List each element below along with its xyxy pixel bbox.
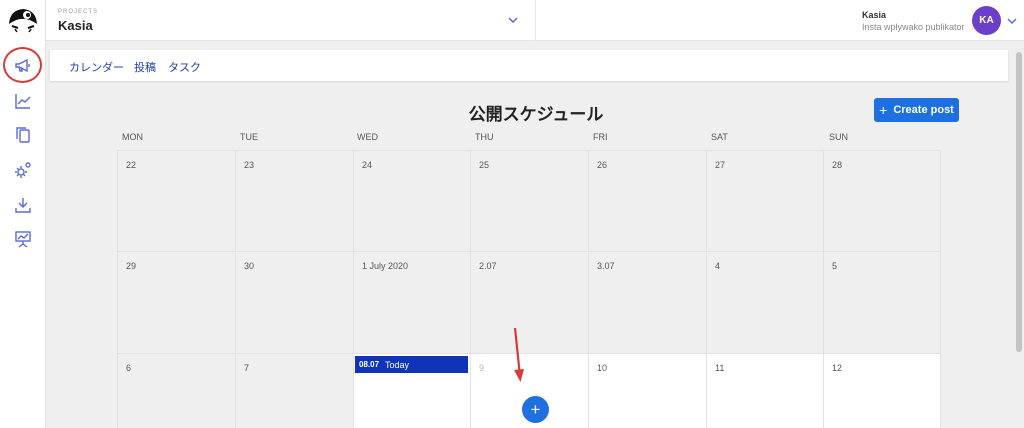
weekday-header: THU bbox=[475, 132, 494, 142]
day-number: 30 bbox=[244, 261, 255, 271]
copy-icon bbox=[16, 127, 30, 143]
project-caption: PROJECTS bbox=[58, 9, 99, 15]
chevron-down-icon[interactable] bbox=[1005, 14, 1019, 28]
calendar-day-cell[interactable]: 25 bbox=[471, 151, 589, 252]
plus-icon: + bbox=[879, 102, 888, 118]
day-number: 27 bbox=[715, 160, 726, 170]
day-number: 25 bbox=[479, 160, 490, 170]
download-tray-icon bbox=[15, 198, 31, 213]
calendar-day-cell[interactable]: 26 bbox=[589, 151, 707, 252]
sidebar-item-campaigns[interactable] bbox=[11, 56, 35, 76]
annotation-arrow-icon bbox=[513, 327, 524, 382]
calendar-day-cell[interactable]: 30 bbox=[236, 252, 354, 354]
calendar-day-cell[interactable]: 1 July 2020 bbox=[354, 252, 471, 354]
day-number: 9 bbox=[479, 363, 485, 373]
calendar-day-cell[interactable]: 11 bbox=[707, 354, 824, 428]
calendar-day-cell[interactable]: 22 bbox=[118, 151, 236, 252]
day-number: 24 bbox=[362, 160, 373, 170]
calendar-day-cell[interactable]: 12 bbox=[824, 354, 941, 428]
day-number: 5 bbox=[832, 261, 838, 271]
day-number: 26 bbox=[597, 160, 608, 170]
weekday-header: MON bbox=[122, 132, 143, 142]
calendar-day-cell[interactable]: 28 bbox=[824, 151, 941, 252]
top-header: PROJECTS Kasia Kasia Insta wpływako publ… bbox=[46, 0, 1024, 41]
day-number: 10 bbox=[597, 363, 608, 373]
sidebar-item-export[interactable] bbox=[11, 195, 35, 215]
calendar-day-cell[interactable]: 4 bbox=[707, 252, 824, 354]
day-number: 23 bbox=[244, 160, 255, 170]
day-number: 29 bbox=[126, 261, 137, 271]
sidebar-item-settings[interactable] bbox=[11, 160, 35, 180]
add-post-button[interactable]: + bbox=[522, 396, 549, 423]
day-number: 7 bbox=[244, 363, 250, 373]
user-name: Kasia bbox=[862, 10, 887, 20]
weekday-header: SUN bbox=[829, 132, 849, 142]
project-selector[interactable]: PROJECTS Kasia bbox=[46, 0, 536, 41]
calendar-day-cell[interactable]: 24 bbox=[354, 151, 471, 252]
tab-bar: カレンダー 投稿 タスク bbox=[50, 50, 1008, 81]
weekday-header: SAT bbox=[711, 132, 728, 142]
day-number: 22 bbox=[126, 160, 137, 170]
day-number: 11 bbox=[715, 363, 725, 373]
sidebar bbox=[0, 0, 46, 428]
day-number: 1 July 2020 bbox=[362, 261, 409, 271]
weekday-header: TUE bbox=[240, 132, 258, 142]
presentation-board-icon bbox=[15, 231, 31, 248]
megaphone-icon bbox=[15, 58, 30, 73]
today-date: 08.07 bbox=[359, 360, 380, 369]
project-name: Kasia bbox=[58, 18, 93, 33]
calendar-day-cell[interactable]: 2.07 bbox=[471, 252, 589, 354]
weekday-header: WED bbox=[357, 132, 378, 142]
weekday-header: FRI bbox=[593, 132, 608, 142]
bird-logo-icon[interactable] bbox=[6, 4, 40, 34]
day-number: 2.07 bbox=[479, 261, 497, 271]
chevron-down-icon[interactable] bbox=[506, 13, 520, 27]
day-number: 28 bbox=[832, 160, 843, 170]
create-post-button[interactable]: + Create post bbox=[874, 98, 959, 122]
today-label: Today bbox=[385, 359, 410, 370]
day-number: 4 bbox=[715, 261, 721, 271]
avatar[interactable]: KA bbox=[972, 6, 1001, 35]
calendar-day-cell[interactable]: 6 bbox=[118, 354, 236, 428]
day-number: 12 bbox=[832, 363, 843, 373]
tab-calendar[interactable]: カレンダー bbox=[69, 59, 124, 75]
day-number: 6 bbox=[126, 363, 132, 373]
day-number: 3.07 bbox=[597, 261, 615, 271]
calendar-grid: 22 23 24 25 26 27 28 29 30 1 July 2020 2… bbox=[117, 150, 941, 428]
calendar-day-cell[interactable]: 10 bbox=[589, 354, 707, 428]
calendar-day-cell[interactable]: 3.07 bbox=[589, 252, 707, 354]
calendar-day-cell[interactable]: 5 bbox=[824, 252, 941, 354]
calendar-day-cell[interactable]: 27 bbox=[707, 151, 824, 252]
calendar-day-cell[interactable]: 29 bbox=[118, 252, 236, 354]
sidebar-item-posts[interactable] bbox=[11, 125, 35, 145]
tab-tasks[interactable]: タスク bbox=[168, 59, 201, 75]
user-subtitle: Insta wpływako publikator bbox=[862, 22, 965, 32]
settings-cog-icon bbox=[15, 162, 31, 178]
create-post-label: Create post bbox=[893, 104, 954, 116]
calendar-day-cell[interactable]: 23 bbox=[236, 151, 354, 252]
tab-posts[interactable]: 投稿 bbox=[134, 59, 156, 75]
sidebar-item-reports[interactable] bbox=[11, 229, 35, 249]
scrollbar[interactable] bbox=[1016, 52, 1022, 352]
page-title: 公開スケジュール bbox=[468, 105, 604, 124]
calendar-day-cell[interactable]: 7 bbox=[236, 354, 354, 428]
today-badge[interactable]: 08.07 Today bbox=[355, 356, 468, 373]
